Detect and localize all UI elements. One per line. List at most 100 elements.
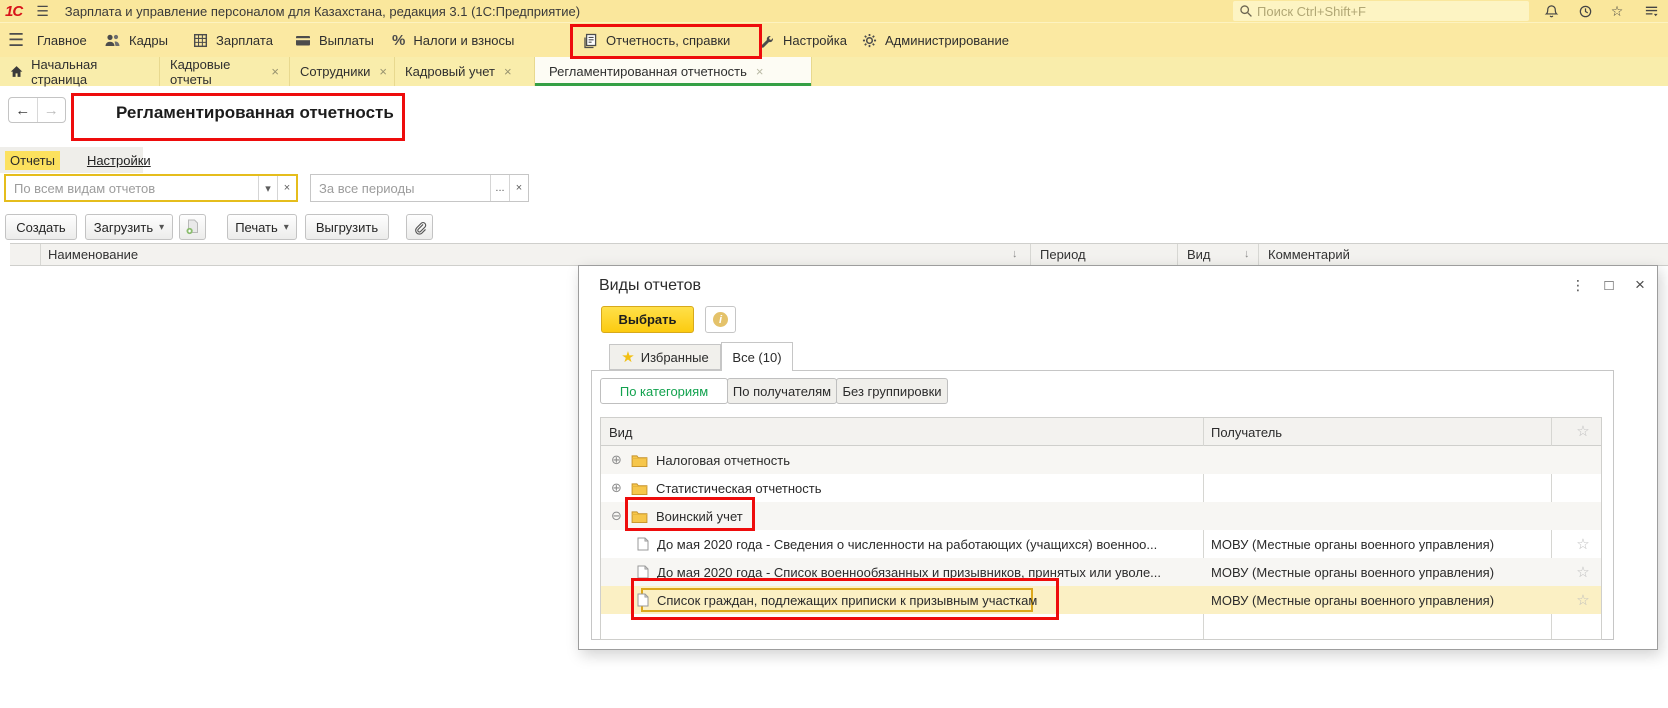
period-placeholder: За все периоды — [311, 181, 490, 196]
report-row[interactable]: До мая 2020 года - Список военнообязанны… — [601, 558, 1601, 586]
group-by-receiver-button[interactable]: По получателям — [727, 378, 837, 404]
column-kind[interactable]: Вид — [1187, 247, 1211, 262]
open-windows-tab-bar: Начальная страница Кадровые отчеты× Сотр… — [0, 57, 1668, 86]
report-kind-placeholder: По всем видам отчетов — [6, 181, 258, 196]
folder-icon — [631, 482, 648, 495]
attachments-button[interactable] — [406, 214, 433, 240]
menu-item-main[interactable]: Главное — [37, 23, 87, 58]
dialog-tab-favorites[interactable]: ★ Избранные — [609, 344, 721, 370]
close-tab-icon[interactable]: × — [379, 64, 387, 79]
favorites-star-icon[interactable]: ☆ — [1606, 2, 1628, 20]
folder-row-statistical-reporting[interactable]: ⊕ Статистическая отчетность — [601, 474, 1601, 502]
column-name[interactable]: Наименование — [48, 247, 138, 262]
close-tab-icon[interactable]: × — [271, 64, 279, 79]
app-window: 1С ☰ Зарплата и управление персоналом дл… — [0, 0, 1668, 708]
choose-icon[interactable]: ... — [490, 175, 509, 201]
sections-hamburger-icon[interactable]: ☰ — [8, 23, 24, 58]
add-document-icon — [185, 219, 200, 235]
report-kinds-table: Вид Получатель ☆ ⊕ Налоговая отчетность — [600, 417, 1602, 640]
report-row-selected[interactable]: Список граждан, подлежащих приписки к пр… — [601, 586, 1601, 614]
dialog-content-box: По категориям По получателям Без группир… — [591, 370, 1614, 640]
collapse-icon[interactable]: ⊖ — [611, 509, 622, 522]
select-button[interactable]: Выбрать — [601, 306, 694, 333]
wrench-icon — [760, 33, 775, 48]
tab-personnel-reports[interactable]: Кадровые отчеты× — [160, 57, 290, 86]
load-from-file-button[interactable] — [179, 214, 206, 240]
report-kind-filter[interactable]: По всем видам отчетов ▾ × — [4, 174, 298, 202]
favorite-star-icon[interactable]: ☆ — [1563, 535, 1603, 553]
paperclip-icon — [413, 220, 427, 235]
tab-home[interactable]: Начальная страница — [0, 57, 160, 86]
window-title: Зарплата и управление персоналом для Каз… — [65, 4, 580, 19]
folder-row-tax-reporting[interactable]: ⊕ Налоговая отчетность — [601, 446, 1601, 474]
period-filter[interactable]: За все периоды ... × — [310, 174, 529, 202]
clear-icon[interactable]: × — [509, 175, 528, 201]
tab-employees[interactable]: Сотрудники× — [290, 57, 395, 86]
service-menu-icon[interactable] — [1640, 2, 1662, 20]
global-search-input[interactable]: Поиск Ctrl+Shift+F — [1233, 1, 1529, 21]
clear-icon[interactable]: × — [277, 176, 296, 200]
column-kind[interactable]: Вид — [609, 418, 633, 446]
page-title: Регламентированная отчетность — [116, 103, 394, 123]
maximize-icon[interactable]: □ — [1598, 275, 1620, 295]
calculator-icon — [193, 33, 208, 48]
view-tab-reports[interactable]: Отчеты — [5, 151, 60, 170]
no-grouping-button[interactable]: Без группировки — [836, 378, 948, 404]
report-row[interactable]: До мая 2020 года - Сведения о численност… — [601, 530, 1601, 558]
folder-icon — [631, 454, 648, 467]
dropdown-icon[interactable]: ▾ — [258, 176, 277, 200]
home-icon — [10, 65, 23, 78]
group-by-category-button[interactable]: По категориям — [600, 378, 728, 404]
close-dialog-icon[interactable]: × — [1629, 275, 1651, 295]
print-button[interactable]: Печать▾ — [227, 214, 297, 240]
load-button[interactable]: Загрузить▾ — [85, 214, 173, 240]
create-button[interactable]: Создать — [5, 214, 77, 240]
search-icon — [1239, 4, 1253, 18]
favorite-column-star-icon[interactable]: ☆ — [1563, 422, 1603, 440]
menu-item-settings[interactable]: Настройка — [760, 23, 847, 58]
search-placeholder: Поиск Ctrl+Shift+F — [1257, 4, 1366, 19]
document-icon — [637, 593, 649, 607]
close-tab-icon[interactable]: × — [756, 64, 764, 79]
dialog-tab-all[interactable]: Все (10) — [721, 342, 793, 371]
tab-regulated-reporting[interactable]: Регламентированная отчетность× — [535, 57, 812, 86]
menu-item-administration[interactable]: Администрирование — [862, 23, 1009, 58]
history-icon[interactable] — [1574, 2, 1596, 20]
sort-down-icon: ↓ — [1012, 248, 1018, 260]
expand-icon[interactable]: ⊕ — [611, 453, 622, 466]
receiver-cell: МОВУ (Местные органы военного управления… — [1211, 530, 1494, 558]
dialog-title: Виды отчетов — [599, 277, 701, 295]
main-menu-icon[interactable]: ☰ — [36, 3, 49, 20]
more-actions-icon[interactable]: ⋮ — [1567, 275, 1589, 295]
forward-button[interactable]: → — [38, 98, 66, 122]
folder-row-military-records[interactable]: ⊖ Воинский учет — [601, 502, 1601, 530]
report-kinds-table-header: Вид Получатель ☆ — [601, 418, 1601, 446]
column-comment[interactable]: Комментарий — [1268, 247, 1350, 262]
menu-item-personnel[interactable]: Кадры — [104, 23, 168, 58]
receiver-cell: МОВУ (Местные органы военного управления… — [1211, 558, 1494, 586]
report-kinds-dialog: Виды отчетов ⋮ □ × Выбрать i ★ Избранные… — [578, 265, 1658, 650]
column-receiver[interactable]: Получатель — [1211, 418, 1282, 446]
menu-item-salary[interactable]: Зарплата — [193, 23, 273, 58]
favorite-star-icon[interactable]: ☆ — [1563, 563, 1603, 581]
document-icon — [637, 537, 649, 551]
reports-list-header: Наименование ↓ Период Вид ↓ Комментарий — [10, 243, 1668, 266]
export-button[interactable]: Выгрузить — [305, 214, 389, 240]
expand-icon[interactable]: ⊕ — [611, 481, 622, 494]
menu-item-payments[interactable]: Выплаты — [295, 23, 374, 58]
favorite-star-icon[interactable]: ☆ — [1563, 591, 1603, 609]
navigation-buttons: ← → — [8, 97, 66, 123]
column-period[interactable]: Период — [1040, 247, 1086, 262]
view-tab-settings[interactable]: Настройки — [87, 153, 151, 168]
menu-item-taxes[interactable]: % Налоги и взносы — [392, 23, 514, 58]
back-button[interactable]: ← — [9, 98, 38, 122]
tab-personnel-records[interactable]: Кадровый учет× — [395, 57, 535, 86]
menu-item-reporting[interactable]: Отчетность, справки — [582, 23, 730, 58]
notifications-bell-icon[interactable] — [1540, 2, 1562, 20]
info-button[interactable]: i — [705, 306, 736, 333]
people-icon — [104, 33, 121, 48]
open-folder-icon — [631, 510, 648, 523]
gear-icon — [862, 33, 877, 48]
close-tab-icon[interactable]: × — [504, 64, 512, 79]
card-icon — [295, 34, 311, 47]
